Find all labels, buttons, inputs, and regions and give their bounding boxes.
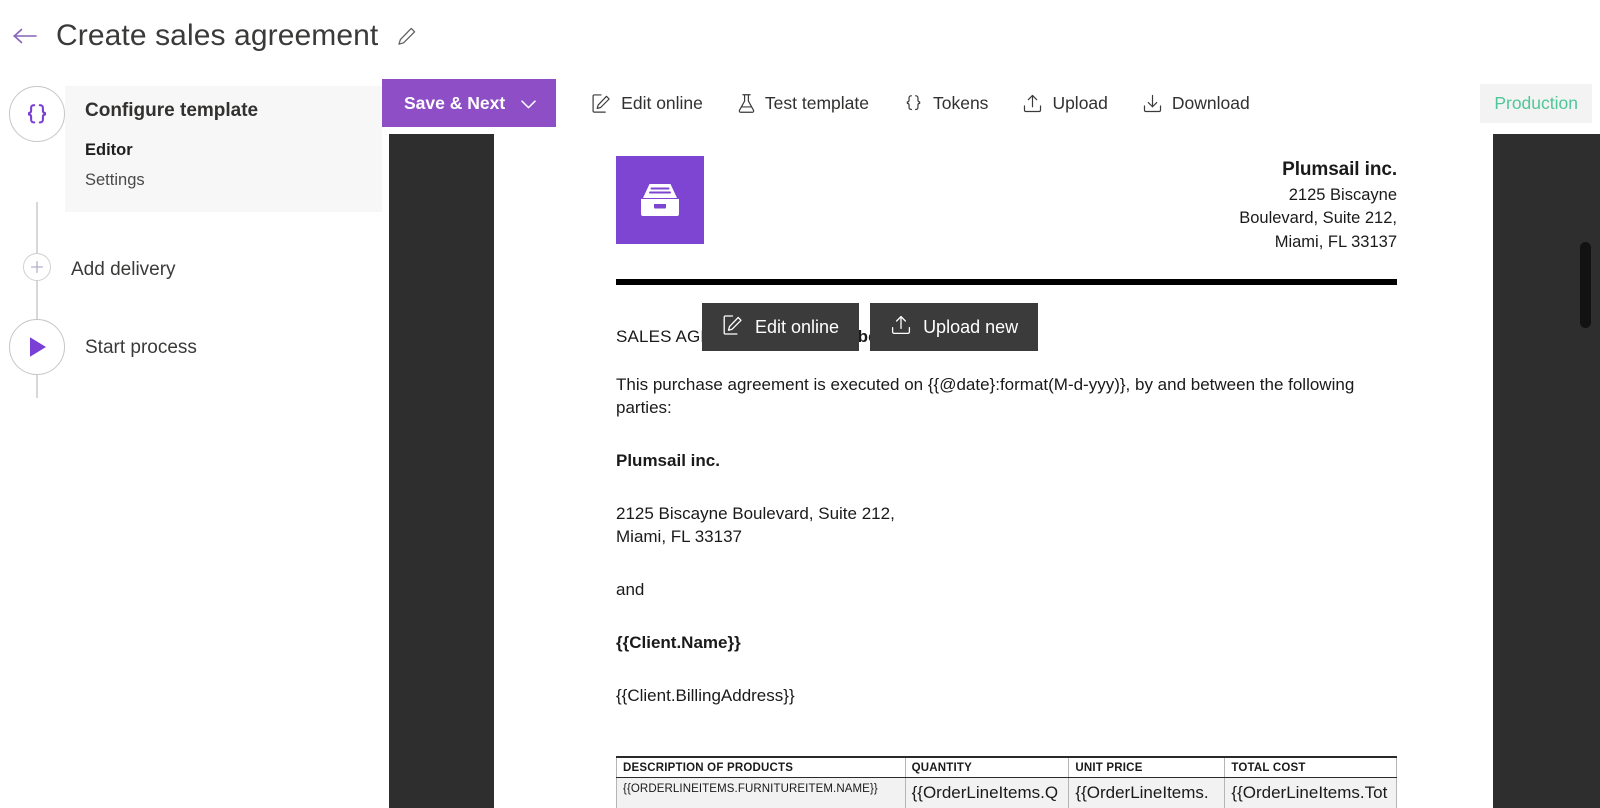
document-viewer: Plumsail inc. 2125 Biscayne Boulevard, S… <box>389 134 1600 808</box>
pencil-square-icon <box>591 93 612 114</box>
column-header-unit-price: UNIT PRICE <box>1068 755 1226 778</box>
upload-button[interactable]: Upload <box>1005 80 1124 126</box>
company-address-line-1: 2125 Biscayne <box>1288 185 1397 204</box>
party-two-name: {{Client.Name}} <box>616 632 741 652</box>
curly-braces-icon <box>903 93 924 114</box>
upload-icon <box>890 314 912 341</box>
page-title: Create sales agreement <box>56 19 379 52</box>
sidebar-item-settings[interactable]: Settings <box>65 166 382 196</box>
company-address-line-3: Miami, FL 33137 <box>1274 233 1397 252</box>
add-delivery-panel: Add delivery <box>51 240 382 295</box>
document-divider <box>616 279 1397 286</box>
file-drawer-icon <box>616 156 704 244</box>
cell-total-cost: {{OrderLineItems.TotalCost}:format(C)} <box>1224 776 1397 808</box>
column-header-total-cost: TOTAL COST <box>1224 755 1397 778</box>
conjunction-text: and <box>616 580 645 599</box>
party-two-address: {{Client.BillingAddress}} <box>616 685 795 705</box>
party-one-name: Plumsail inc. <box>616 451 720 471</box>
plus-icon <box>23 253 51 281</box>
download-button[interactable]: Download <box>1125 80 1267 126</box>
download-icon <box>1142 93 1163 114</box>
overlay-upload-new-button[interactable]: Upload new <box>870 303 1039 351</box>
document-page: Plumsail inc. 2125 Biscayne Boulevard, S… <box>494 134 1493 808</box>
play-icon <box>9 319 65 375</box>
document-overlay-actions: Edit online Upload new <box>702 303 1039 351</box>
party-one-address-line-1: 2125 Biscayne Boulevard, Suite 212, <box>616 504 895 524</box>
overlay-edit-online-button[interactable]: Edit online <box>702 303 860 351</box>
body-wrapper: Configure template Editor Settings Add d… <box>0 72 1600 808</box>
back-arrow-icon[interactable] <box>8 19 42 53</box>
test-template-label: Test template <box>764 92 869 113</box>
table-row: {{ORDERLINEITEMS.FURNITUREITEM.NAME}} {{… <box>616 776 1397 808</box>
table-header-row: DESCRIPTION OF PRODUCTS QUANTITY UNIT PR… <box>616 755 1397 778</box>
tokens-label: Tokens <box>932 92 989 113</box>
sidebar-stepper: Configure template Editor Settings Add d… <box>0 72 382 808</box>
main-column: Save & Next Edit online Test template To… <box>382 72 1600 808</box>
sidebar-step-label: Start process <box>85 337 197 358</box>
viewer-scrollbar-thumb[interactable] <box>1580 242 1591 328</box>
column-header-quantity: QUANTITY <box>904 755 1070 778</box>
upload-label: Upload <box>1052 92 1108 113</box>
sidebar-step-label: Configure template <box>85 100 259 121</box>
line-items-table-wrapper: DESCRIPTION OF PRODUCTS QUANTITY UNIT PR… <box>616 755 1397 808</box>
sidebar-item-start-process[interactable]: Start process <box>0 319 382 375</box>
save-and-next-button[interactable]: Save & Next <box>382 79 557 127</box>
column-header-description: DESCRIPTION OF PRODUCTS <box>616 755 906 778</box>
document-intro-paragraph: This purchase agreement is executed on {… <box>616 375 1355 418</box>
overlay-edit-online-label: Edit online <box>755 316 840 337</box>
curly-braces-icon <box>9 86 65 142</box>
company-address-line-2: Boulevard, Suite 212, <box>1239 209 1397 228</box>
tokens-button[interactable]: Tokens <box>886 80 1005 126</box>
configure-template-panel: Configure template Editor Settings <box>65 86 382 212</box>
environment-badge: Production <box>1480 83 1592 123</box>
chevron-down-icon <box>521 93 536 114</box>
party-one-address-line-2: Miami, FL 33137 <box>616 527 742 547</box>
overlay-upload-new-label: Upload new <box>923 316 1019 337</box>
party-one-address: 2125 Biscayne Boulevard, Suite 212, Miam… <box>616 503 1397 549</box>
test-template-button[interactable]: Test template <box>720 80 886 126</box>
sidebar-item-add-delivery[interactable]: Add delivery <box>0 240 382 295</box>
cell-unit-price: {{OrderLineItems.PricePerUnit.value}} <box>1068 776 1226 808</box>
company-name: Plumsail inc. <box>1282 159 1397 180</box>
line-items-table: DESCRIPTION OF PRODUCTS QUANTITY UNIT PR… <box>616 755 1397 808</box>
pencil-square-icon <box>722 314 744 341</box>
download-label: Download <box>1171 92 1250 113</box>
upload-icon <box>1022 93 1043 114</box>
document-header: Plumsail inc. 2125 Biscayne Boulevard, S… <box>616 156 1397 255</box>
cell-quantity: {{OrderLineItems.Quantity}} <box>904 776 1070 808</box>
page-header: Create sales agreement <box>0 0 1600 72</box>
edit-online-label: Edit online <box>621 92 703 113</box>
pencil-icon[interactable] <box>394 23 420 49</box>
edit-online-button[interactable]: Edit online <box>574 80 720 126</box>
save-and-next-label: Save & Next <box>404 92 506 113</box>
sidebar-item-configure-template[interactable]: Configure template Editor Settings <box>0 86 382 212</box>
flask-icon <box>737 93 756 114</box>
start-process-panel: Start process <box>65 319 382 373</box>
sidebar-item-editor[interactable]: Editor <box>65 136 382 166</box>
cell-description: {{ORDERLINEITEMS.FURNITUREITEM.NAME}} <box>616 776 906 808</box>
command-bar: Save & Next Edit online Test template To… <box>382 72 1600 134</box>
document-company-block: Plumsail inc. 2125 Biscayne Boulevard, S… <box>1239 156 1397 255</box>
panel-spacer <box>65 196 382 212</box>
sidebar-step-label: Add delivery <box>71 259 176 280</box>
